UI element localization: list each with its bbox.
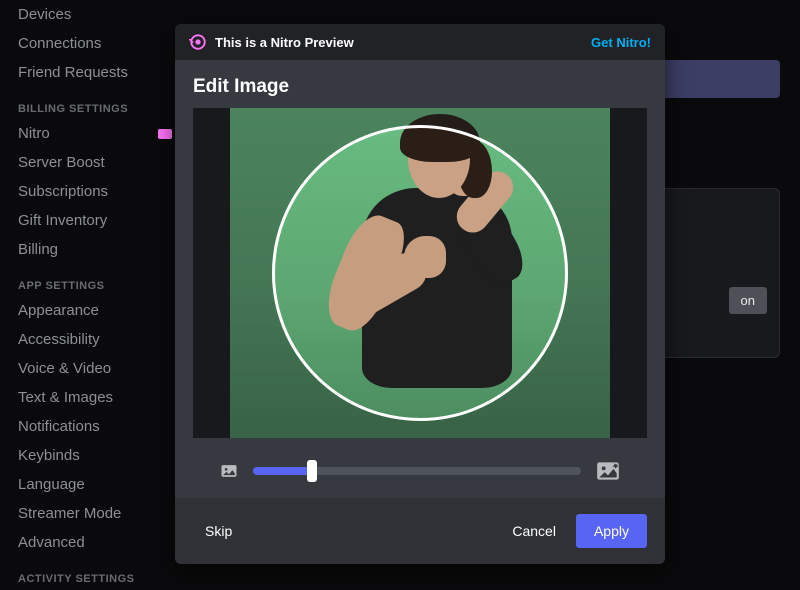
- modal-footer: Skip Cancel Apply: [175, 498, 665, 564]
- zoom-slider-fill: [253, 467, 312, 475]
- sidebar-item-voice-video[interactable]: Voice & Video: [18, 354, 172, 383]
- sidebar-item-gift-inventory[interactable]: Gift Inventory: [18, 206, 172, 235]
- sidebar-item-notifications[interactable]: Notifications: [18, 412, 172, 441]
- image-crop-stage[interactable]: [193, 108, 647, 438]
- sidebar-item-connections[interactable]: Connections: [18, 29, 172, 58]
- image-large-icon: [595, 458, 621, 484]
- avatar-preview-image[interactable]: [230, 108, 610, 438]
- skip-button[interactable]: Skip: [193, 515, 244, 547]
- sidebar-item-text-images[interactable]: Text & Images: [18, 383, 172, 412]
- edit-image-modal: This is a Nitro Preview Get Nitro! Edit …: [175, 24, 665, 564]
- background-profile-panel: on: [650, 60, 780, 360]
- sidebar-item-devices[interactable]: Devices: [18, 0, 172, 29]
- sidebar-item-subscriptions[interactable]: Subscriptions: [18, 177, 172, 206]
- sidebar-item-advanced[interactable]: Advanced: [18, 528, 172, 557]
- sidebar-item-nitro[interactable]: Nitro: [18, 119, 172, 148]
- sidebar-item-keybinds[interactable]: Keybinds: [18, 441, 172, 470]
- cancel-button[interactable]: Cancel: [500, 515, 568, 547]
- modal-title: Edit Image: [193, 76, 647, 98]
- sidebar-item-streamer-mode[interactable]: Streamer Mode: [18, 499, 172, 528]
- sidebar-item-server-boost[interactable]: Server Boost: [18, 148, 172, 177]
- sidebar-header-activity: ACTIVITY SETTINGS: [18, 557, 172, 589]
- sidebar-header-app: APP SETTINGS: [18, 264, 172, 296]
- sidebar-item-billing[interactable]: Billing: [18, 235, 172, 264]
- nitro-icon: [189, 33, 207, 51]
- zoom-slider-row: [175, 438, 665, 498]
- image-small-icon: [219, 461, 239, 481]
- background-card: on: [650, 188, 780, 358]
- nitro-preview-banner: This is a Nitro Preview Get Nitro!: [175, 24, 665, 60]
- sidebar-item-accessibility[interactable]: Accessibility: [18, 325, 172, 354]
- sidebar-item-language[interactable]: Language: [18, 470, 172, 499]
- background-partial-button[interactable]: on: [729, 287, 767, 314]
- zoom-slider-thumb[interactable]: [307, 460, 317, 482]
- modal-header: Edit Image: [175, 60, 665, 108]
- nitro-badge-icon: [158, 129, 172, 139]
- apply-button[interactable]: Apply: [576, 514, 647, 548]
- settings-sidebar: Devices Connections Friend Requests BILL…: [0, 0, 180, 590]
- zoom-slider[interactable]: [253, 467, 581, 475]
- nitro-preview-text: This is a Nitro Preview: [215, 35, 354, 50]
- sidebar-item-friend-requests[interactable]: Friend Requests: [18, 58, 172, 87]
- get-nitro-link[interactable]: Get Nitro!: [591, 35, 651, 50]
- sidebar-header-billing: BILLING SETTINGS: [18, 87, 172, 119]
- sidebar-item-appearance[interactable]: Appearance: [18, 296, 172, 325]
- background-banner: [650, 60, 780, 98]
